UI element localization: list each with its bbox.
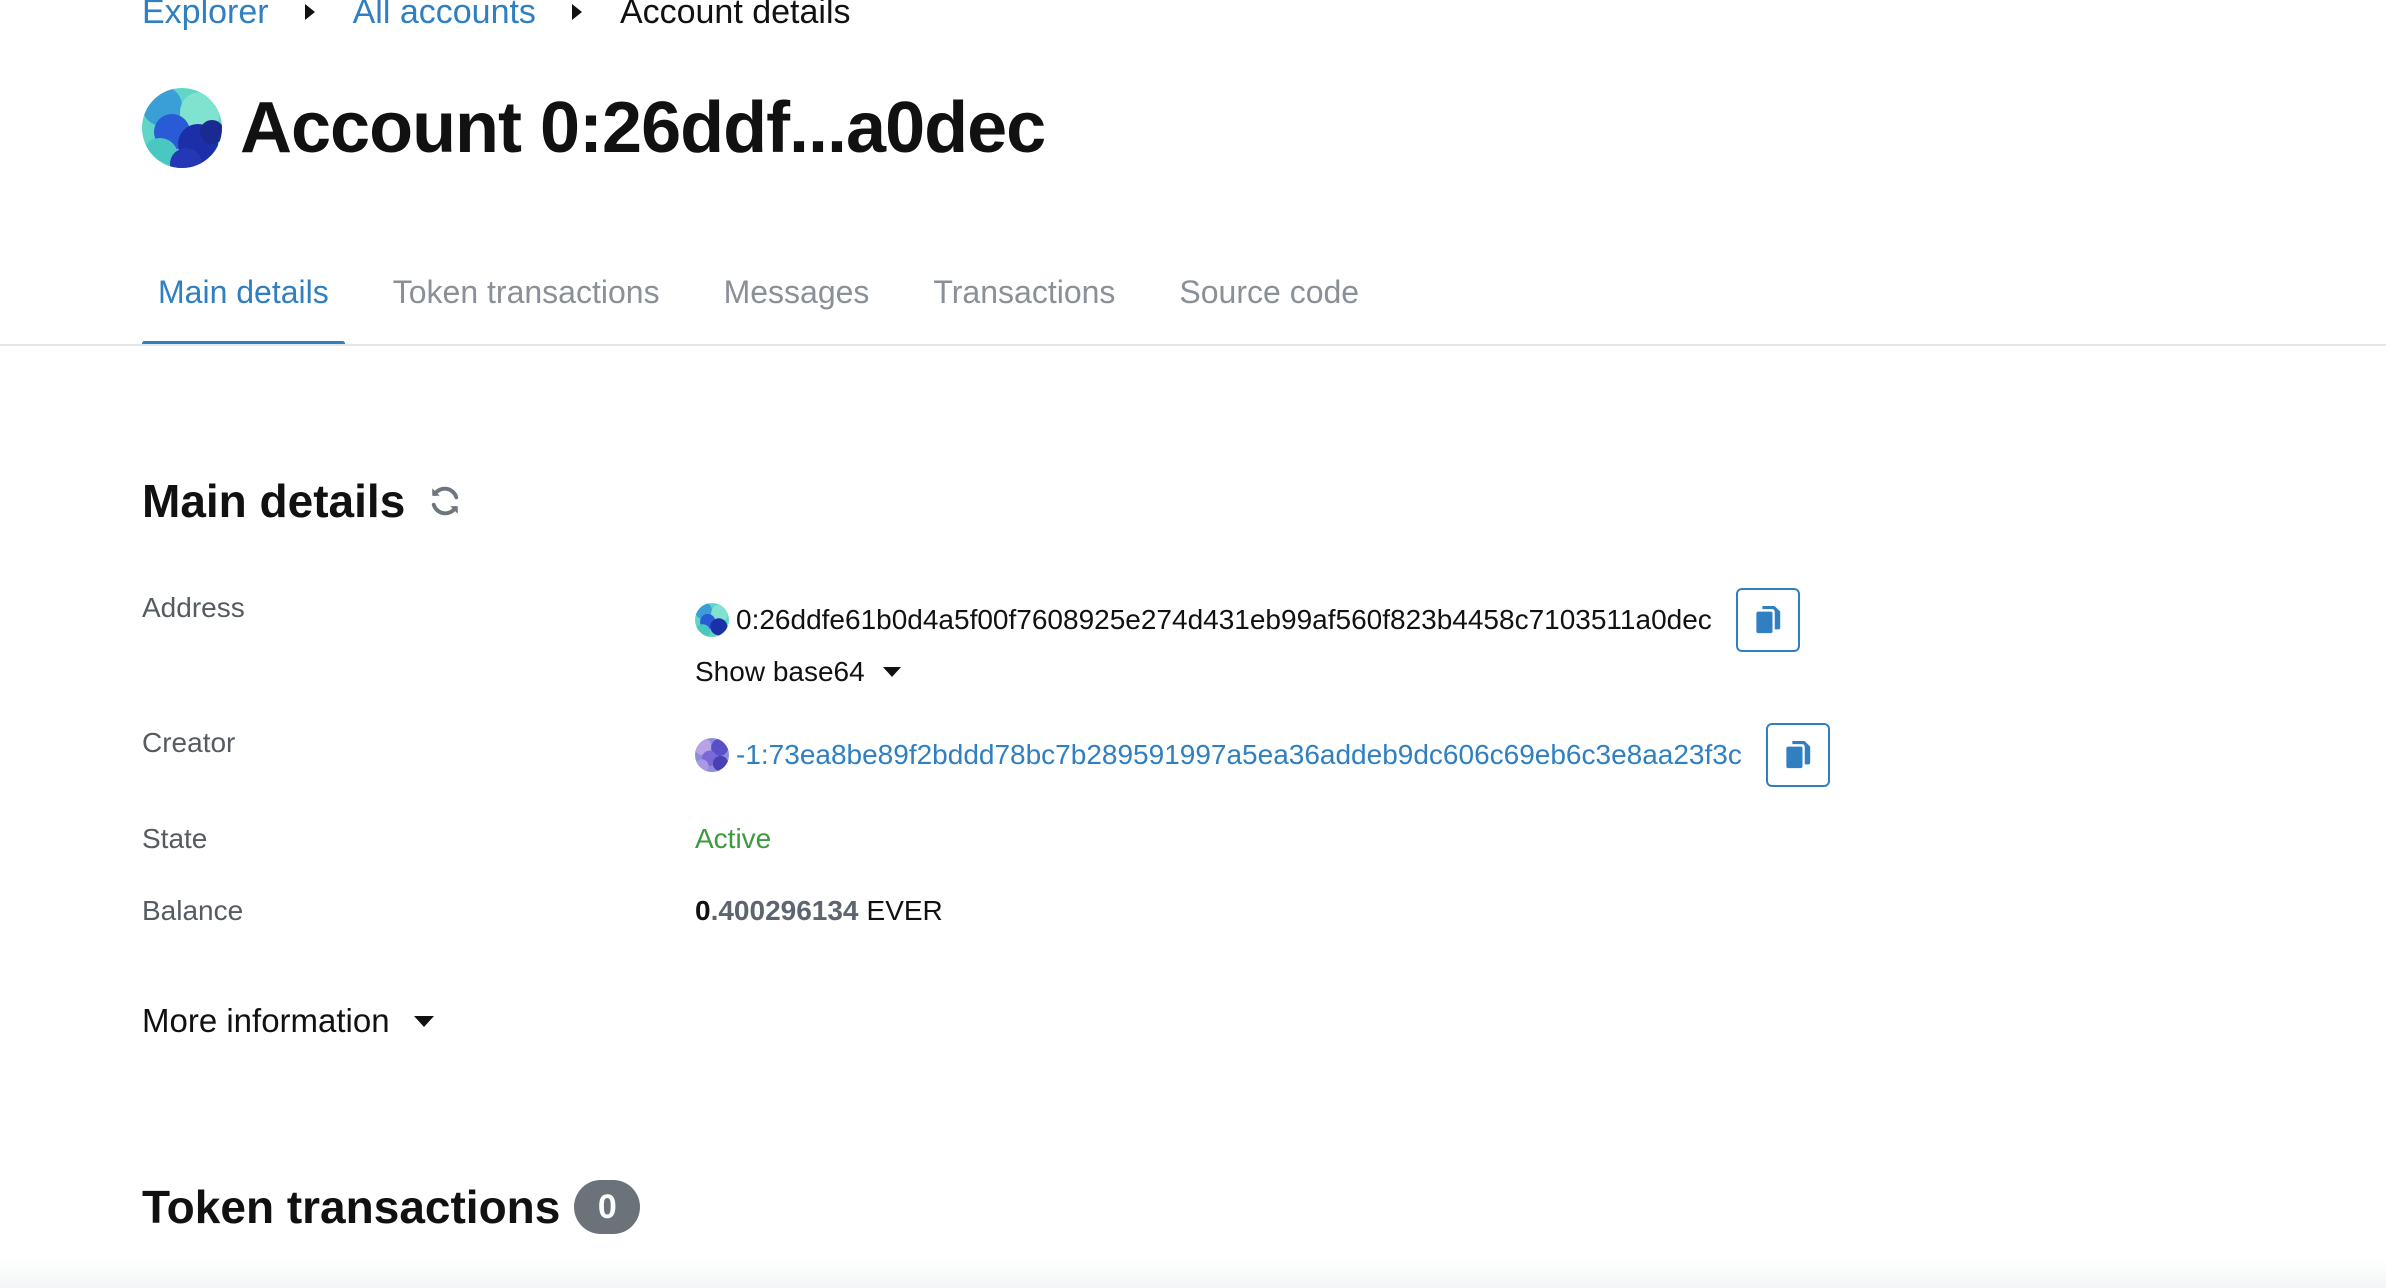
tab-bar: Main details Token transactions Messages… [142, 262, 1407, 346]
balance-value-row: 0.400296134 EVER [695, 895, 943, 927]
page-header: Account 0:26ddf...a0dec [142, 84, 1046, 172]
breadcrumb: Explorer All accounts Account details [142, 0, 851, 36]
refresh-icon[interactable] [427, 483, 463, 519]
show-base64-toggle[interactable]: Show base64 [695, 656, 901, 688]
address-value: 0:26ddfe61b0d4a5f00f7608925e274d431eb99a… [736, 604, 1712, 635]
state-value: Active [695, 823, 772, 854]
account-avatar-icon [695, 603, 729, 637]
balance-label: Balance [142, 895, 244, 926]
creator-value-row: -1:73ea8be89f2bddd78bc7b289591997a5ea36a… [695, 723, 1830, 787]
creator-avatar-icon [695, 738, 729, 772]
tab-main-details[interactable]: Main details [142, 262, 345, 346]
balance-unit: EVER [866, 895, 943, 926]
token-transactions-title: Token transactions [142, 1181, 561, 1233]
state-label: State [142, 823, 208, 854]
state-value-row: Active [695, 823, 771, 855]
copy-icon [1786, 740, 1811, 769]
copy-creator-button[interactable] [1765, 723, 1830, 787]
caret-down-icon [413, 1015, 434, 1027]
breadcrumb-current: Account details [619, 0, 851, 31]
main-details-heading: Main details [142, 474, 463, 528]
show-base64-label: Show base64 [695, 656, 865, 687]
section-title: Main details [142, 475, 406, 527]
token-transactions-count-badge: 0 [574, 1180, 641, 1234]
tab-transactions[interactable]: Transactions [917, 262, 1131, 346]
tab-divider [0, 344, 2386, 346]
account-details-page: Explorer All accounts Account details Ac… [0, 0, 2386, 1288]
page-title: Account 0:26ddf...a0dec [240, 88, 1046, 168]
caret-down-icon [882, 667, 901, 677]
copy-address-button[interactable] [1735, 588, 1800, 652]
breadcrumb-explorer[interactable]: Explorer [142, 0, 269, 32]
account-avatar-icon [142, 88, 222, 168]
chevron-right-icon [571, 4, 582, 20]
creator-address-link[interactable]: -1:73ea8be89f2bddd78bc7b289591997a5ea36a… [736, 739, 1742, 771]
balance-fraction: .400296134 [710, 895, 859, 926]
address-value-row: 0:26ddfe61b0d4a5f00f7608925e274d431eb99a… [695, 588, 1800, 652]
tab-token-transactions[interactable]: Token transactions [377, 262, 676, 346]
balance-integer: 0 [695, 895, 711, 926]
address-label: Address [142, 592, 245, 623]
bottom-fade [0, 1258, 2386, 1288]
chevron-right-icon [304, 4, 315, 20]
tab-messages[interactable]: Messages [708, 262, 886, 346]
breadcrumb-all-accounts[interactable]: All accounts [353, 0, 536, 32]
more-information-label: More information [142, 1002, 390, 1039]
copy-icon [1756, 605, 1780, 634]
more-information-toggle[interactable]: More information [142, 1002, 434, 1040]
tab-source-code[interactable]: Source code [1163, 262, 1375, 346]
creator-label: Creator [142, 727, 236, 758]
token-transactions-heading: Token transactions 0 [142, 1180, 641, 1234]
